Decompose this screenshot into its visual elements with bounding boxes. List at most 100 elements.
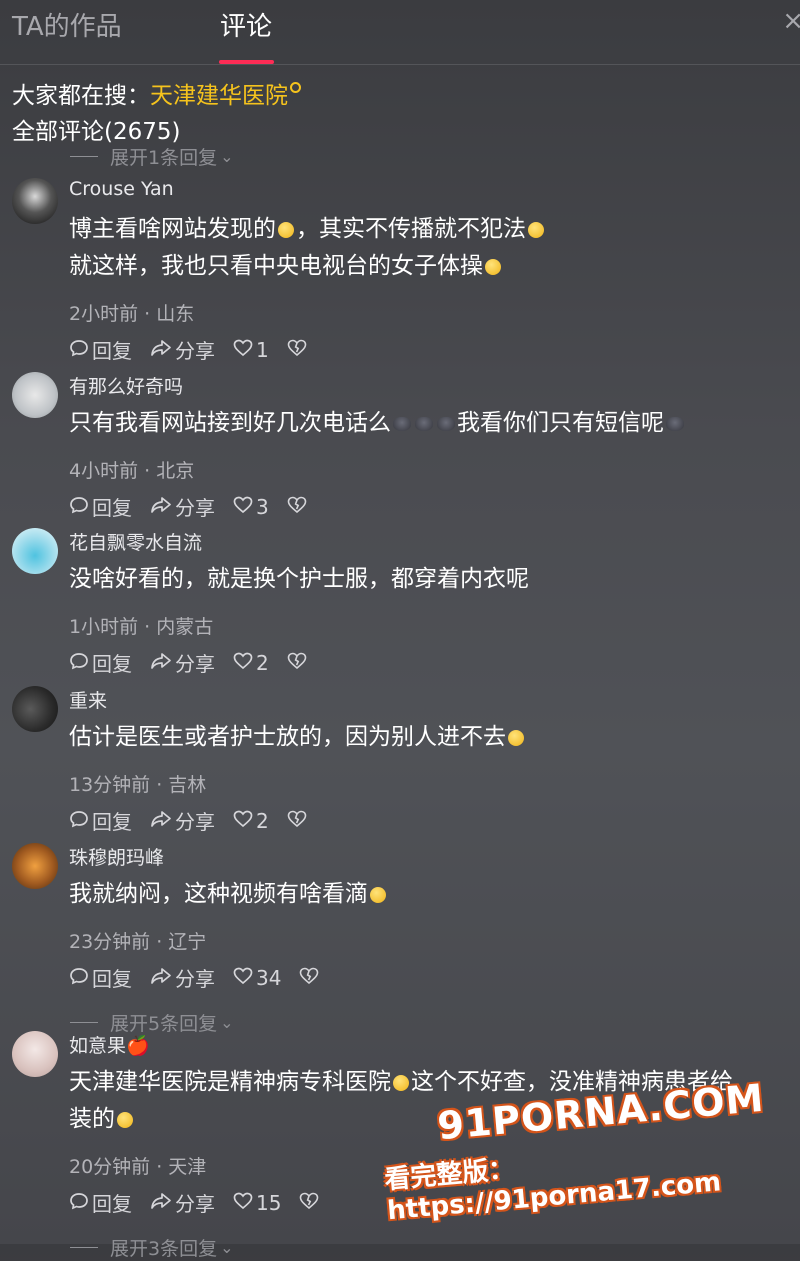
comment-text: 估计是医生或者护士放的，因为别人进不去 (69, 719, 799, 756)
dislike-button[interactable] (299, 1191, 322, 1215)
comment-text-segment: 估计是医生或者护士放的，因为别人进不去 (69, 724, 506, 750)
tab-works[interactable]: TA的作品 (12, 6, 122, 43)
heart-icon (233, 966, 256, 990)
reply-button[interactable]: 回复 (69, 1188, 132, 1217)
heart-icon (233, 495, 256, 519)
comment-text-segment: 装的 (69, 1106, 115, 1132)
divider (70, 156, 98, 157)
avatar[interactable] (12, 528, 58, 574)
comment-text: 没啥好看的，就是换个护士服，都穿着内衣呢 (69, 561, 799, 598)
reply-label: 回复 (92, 967, 132, 991)
emoji-icon (437, 416, 455, 431)
emoji-icon (485, 258, 501, 275)
dislike-button[interactable] (287, 651, 310, 675)
avatar[interactable] (12, 178, 58, 224)
chevron-down-icon: ⌄ (220, 1013, 234, 1032)
tab-bar: TA的作品 评论 × (0, 0, 800, 65)
avatar[interactable] (12, 372, 58, 418)
comment-actions: 回复 分享 15 (69, 1188, 340, 1217)
search-link[interactable]: 天津建华医院 (150, 83, 288, 109)
comment-username[interactable]: 如意果🍎 (69, 1031, 150, 1058)
share-icon (150, 651, 175, 675)
chevron-down-icon: ⌄ (220, 1238, 234, 1257)
comment-line: 我就纳闷，这种视频有啥看滴 (69, 876, 799, 913)
comment-text: 我就纳闷，这种视频有啥看滴 (69, 876, 799, 913)
reply-button[interactable]: 回复 (69, 335, 132, 364)
divider (70, 1247, 98, 1248)
share-label: 分享 (175, 496, 215, 520)
chevron-down-icon: ⌄ (220, 147, 234, 166)
comment-username[interactable]: 有那么好奇吗 (69, 372, 183, 399)
comment-line: 估计是医生或者护士放的，因为别人进不去 (69, 719, 799, 756)
comment-text-segment: 我看你们只有短信呢 (457, 410, 664, 436)
share-icon (150, 338, 175, 362)
search-icon (290, 82, 301, 93)
share-button[interactable]: 分享 (150, 1188, 215, 1217)
comment-text-segment: ，其实不传播就不犯法 (296, 216, 526, 242)
dislike-button[interactable] (287, 338, 310, 362)
search-prefix: 大家都在搜： (12, 83, 150, 109)
reply-label: 回复 (92, 652, 132, 676)
comment-text: 博主看啥网站发现的 ，其实不传播就不犯法就这样，我也只看中央电视台的女子体操 (69, 211, 799, 285)
like-count: 15 (256, 1190, 282, 1215)
close-icon[interactable]: × (782, 6, 800, 36)
comment-username[interactable]: 珠穆朗玛峰 (69, 843, 164, 870)
comment-text-segment: 博主看啥网站发现的 (69, 216, 276, 242)
share-icon (150, 966, 175, 990)
expand-replies-button[interactable]: 展开3条回复 ⌄ (70, 1234, 234, 1261)
like-button[interactable]: 34 (233, 966, 281, 990)
avatar[interactable] (12, 686, 58, 732)
expand-replies-button[interactable]: 展开1条回复 ⌄ (70, 143, 234, 170)
comment-count: 全部评论(2675) (12, 119, 181, 145)
like-count: 34 (256, 965, 282, 990)
broken-heart-icon (287, 338, 310, 362)
broken-heart-icon (299, 1191, 322, 1215)
share-button[interactable]: 分享 (150, 806, 215, 835)
comment-actions: 回复 分享 3 (69, 492, 328, 521)
dislike-button[interactable] (299, 966, 322, 990)
share-button[interactable]: 分享 (150, 335, 215, 364)
like-button[interactable]: 3 (233, 495, 269, 519)
share-icon (150, 809, 175, 833)
reply-button[interactable]: 回复 (69, 648, 132, 677)
comment-text-segment: 就这样，我也只看中央电视台的女子体操 (69, 253, 483, 279)
emoji-icon (528, 221, 544, 238)
dislike-button[interactable] (287, 495, 310, 519)
reply-button[interactable]: 回复 (69, 492, 132, 521)
broken-heart-icon (287, 495, 310, 519)
heart-icon (233, 651, 256, 675)
comment-meta: 20分钟前 · 天津 (69, 1156, 207, 1178)
share-icon (150, 1191, 175, 1215)
watermark: 91PORNA.COM 看完整版：https://91porna17.com (383, 1076, 785, 1226)
tab-comments[interactable]: 评论 (220, 6, 272, 43)
reply-button[interactable]: 回复 (69, 806, 132, 835)
like-button[interactable]: 2 (233, 809, 269, 833)
avatar[interactable] (12, 843, 58, 889)
comment-text-segment: 我就纳闷，这种视频有啥看滴 (69, 881, 368, 907)
comment-meta: 2小时前 · 山东 (69, 303, 195, 325)
share-label: 分享 (175, 652, 215, 676)
like-button[interactable]: 1 (233, 338, 269, 362)
reply-icon (69, 809, 92, 833)
divider (70, 1022, 98, 1023)
comment-username[interactable]: 重来 (69, 686, 107, 713)
comment-text-segment: 没啥好看的，就是换个护士服，都穿着内衣呢 (69, 566, 529, 592)
share-label: 分享 (175, 967, 215, 991)
share-button[interactable]: 分享 (150, 648, 215, 677)
expand-replies-label: 展开1条回复 (110, 147, 218, 169)
share-label: 分享 (175, 810, 215, 834)
dislike-button[interactable] (287, 809, 310, 833)
like-button[interactable]: 2 (233, 651, 269, 675)
comment-username[interactable]: 花自飘零水自流 (69, 528, 202, 555)
comment-username[interactable]: Crouse Yan (69, 178, 174, 200)
comment-meta: 1小时前 · 内蒙古 (69, 616, 214, 638)
share-button[interactable]: 分享 (150, 492, 215, 521)
like-count: 1 (256, 337, 269, 362)
avatar[interactable] (12, 1031, 58, 1077)
share-button[interactable]: 分享 (150, 963, 215, 992)
reply-icon (69, 495, 92, 519)
like-button[interactable]: 15 (233, 1191, 281, 1215)
broken-heart-icon (299, 966, 322, 990)
reply-button[interactable]: 回复 (69, 963, 132, 992)
comment-line: 只有我看网站接到好几次电话么 我看你们只有短信呢 (69, 405, 799, 442)
